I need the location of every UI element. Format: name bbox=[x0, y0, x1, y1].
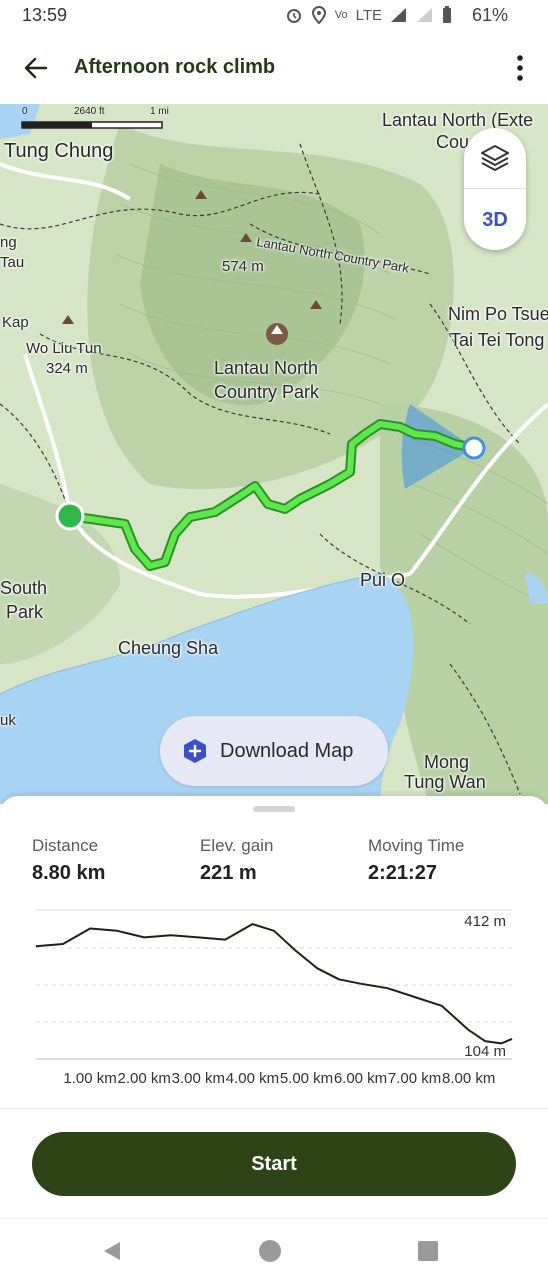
chart-x-ticks: 1.00 km 2.00 km 3.00 km 4.00 km 5.00 km 6.00 … bbox=[63, 1070, 495, 1087]
app-bar: Afternoon rock climb bbox=[0, 32, 548, 104]
controls-divider bbox=[464, 188, 526, 189]
battery-percent: 61% bbox=[471, 5, 508, 25]
back-arrow-icon[interactable] bbox=[20, 52, 52, 84]
status-icons: Vo LTE bbox=[285, 6, 452, 24]
signal-icon bbox=[391, 8, 406, 22]
stat-moving-time-value: 2:21:27 bbox=[368, 862, 437, 884]
map-label-tung-wan: Tung Wan bbox=[404, 772, 486, 792]
map-label-uk: uk bbox=[0, 712, 16, 729]
scale-label-right: 1 mi bbox=[150, 106, 169, 117]
map-label-kap: Kap bbox=[2, 314, 29, 331]
status-time: 13:59 bbox=[22, 5, 68, 25]
stat-elev-gain-label: Elev. gain bbox=[200, 836, 274, 855]
map-label-mong: Mong bbox=[424, 752, 470, 772]
signal-weak-icon bbox=[417, 8, 432, 22]
elevation-line bbox=[35, 923, 513, 1045]
map-label-tung-chung: Tung Chung bbox=[4, 140, 114, 162]
start-button[interactable]: Start bbox=[32, 1132, 516, 1196]
stat-distance-label: Distance bbox=[32, 836, 99, 855]
download-hexagon-icon bbox=[184, 739, 206, 763]
network-type: LTE bbox=[355, 6, 382, 24]
stat-elev-gain-value: 221 m bbox=[200, 862, 257, 884]
chart-x-tick-label: 6.00 km bbox=[334, 1070, 387, 1087]
more-vert-icon[interactable] bbox=[510, 52, 530, 84]
sheet-divider bbox=[0, 1108, 548, 1109]
map-controls: 3D bbox=[464, 128, 526, 250]
chart-x-tick-label: 4.00 km bbox=[226, 1070, 279, 1087]
nav-back-icon[interactable] bbox=[100, 1239, 124, 1263]
map-label-cheung-sha: Cheung Sha bbox=[118, 638, 219, 658]
drag-handle[interactable] bbox=[253, 806, 295, 812]
route-details-sheet[interactable]: Distance 8.80 km Elev. gain 221 m Moving… bbox=[0, 796, 548, 1280]
stat-elev-gain: Elev. gain 221 m bbox=[200, 836, 273, 885]
map-label-tau: Tau bbox=[0, 254, 25, 271]
map-label-tai-tei-tong: Tai Tei Tong bbox=[450, 330, 545, 350]
map-label-elev-324: 324 m bbox=[46, 360, 88, 377]
stat-moving-time-label: Moving Time bbox=[368, 836, 465, 855]
alarm-icon bbox=[286, 9, 301, 23]
scale-label-mid: 2640 ft bbox=[74, 106, 105, 117]
map-label-nim-po-tsuen: Nim Po Tsue bbox=[448, 304, 548, 324]
page-title: Afternoon rock climb bbox=[74, 56, 276, 78]
map-view[interactable]: 0 2640 ft 1 mi Tung Chung Lantau North (… bbox=[0, 104, 548, 804]
start-marker bbox=[55, 501, 85, 531]
scale-label-zero: 0 bbox=[22, 106, 28, 117]
system-nav-bar bbox=[0, 1218, 548, 1281]
chart-y-max-label: 412 m bbox=[464, 913, 506, 930]
map-label-elev-574: 574 m bbox=[222, 258, 264, 275]
battery-icon bbox=[443, 6, 451, 23]
stat-distance-value: 8.80 km bbox=[32, 862, 106, 884]
elevation-chart[interactable]: 412 m 104 m 1.00 km 2.00 km 3.00 km 4.00 km… bbox=[0, 896, 548, 1096]
map-label-park-left: Park bbox=[6, 602, 44, 622]
chart-x-tick-label: 7.00 km bbox=[388, 1070, 441, 1087]
map-label-south: South bbox=[0, 578, 48, 598]
chart-x-tick-label: 2.00 km bbox=[118, 1070, 171, 1087]
status-bar: 13:59 Vo LTE 61% bbox=[0, 0, 548, 32]
map-label-pui-o: Pui O bbox=[360, 570, 406, 590]
map-label-ng: ng bbox=[0, 234, 17, 251]
3d-toggle-button[interactable]: 3D bbox=[464, 190, 526, 250]
map-label-wo-liu-tun: Wo Liu Tun bbox=[26, 340, 102, 357]
stat-moving-time: Moving Time 2:21:27 bbox=[368, 836, 464, 885]
nav-home-icon[interactable] bbox=[258, 1239, 282, 1263]
nav-recents-icon[interactable] bbox=[416, 1239, 440, 1263]
volte-icon: Vo bbox=[334, 9, 348, 21]
layers-icon[interactable] bbox=[464, 128, 526, 188]
download-map-button[interactable]: Download Map bbox=[160, 716, 388, 786]
location-icon bbox=[311, 6, 326, 24]
map-label-park-line1: Lantau North bbox=[214, 358, 319, 378]
chart-x-tick-label: 3.00 km bbox=[172, 1070, 225, 1087]
download-map-label: Download Map bbox=[220, 739, 354, 762]
chart-y-min-label: 104 m bbox=[464, 1043, 506, 1060]
map-label-park-line2: Country Park bbox=[214, 382, 320, 402]
chart-x-tick-label: 8.00 km bbox=[442, 1070, 495, 1087]
chart-x-tick-label: 1.00 km bbox=[63, 1070, 116, 1087]
stat-distance: Distance 8.80 km bbox=[32, 836, 105, 885]
chart-x-tick-label: 5.00 km bbox=[280, 1070, 333, 1087]
